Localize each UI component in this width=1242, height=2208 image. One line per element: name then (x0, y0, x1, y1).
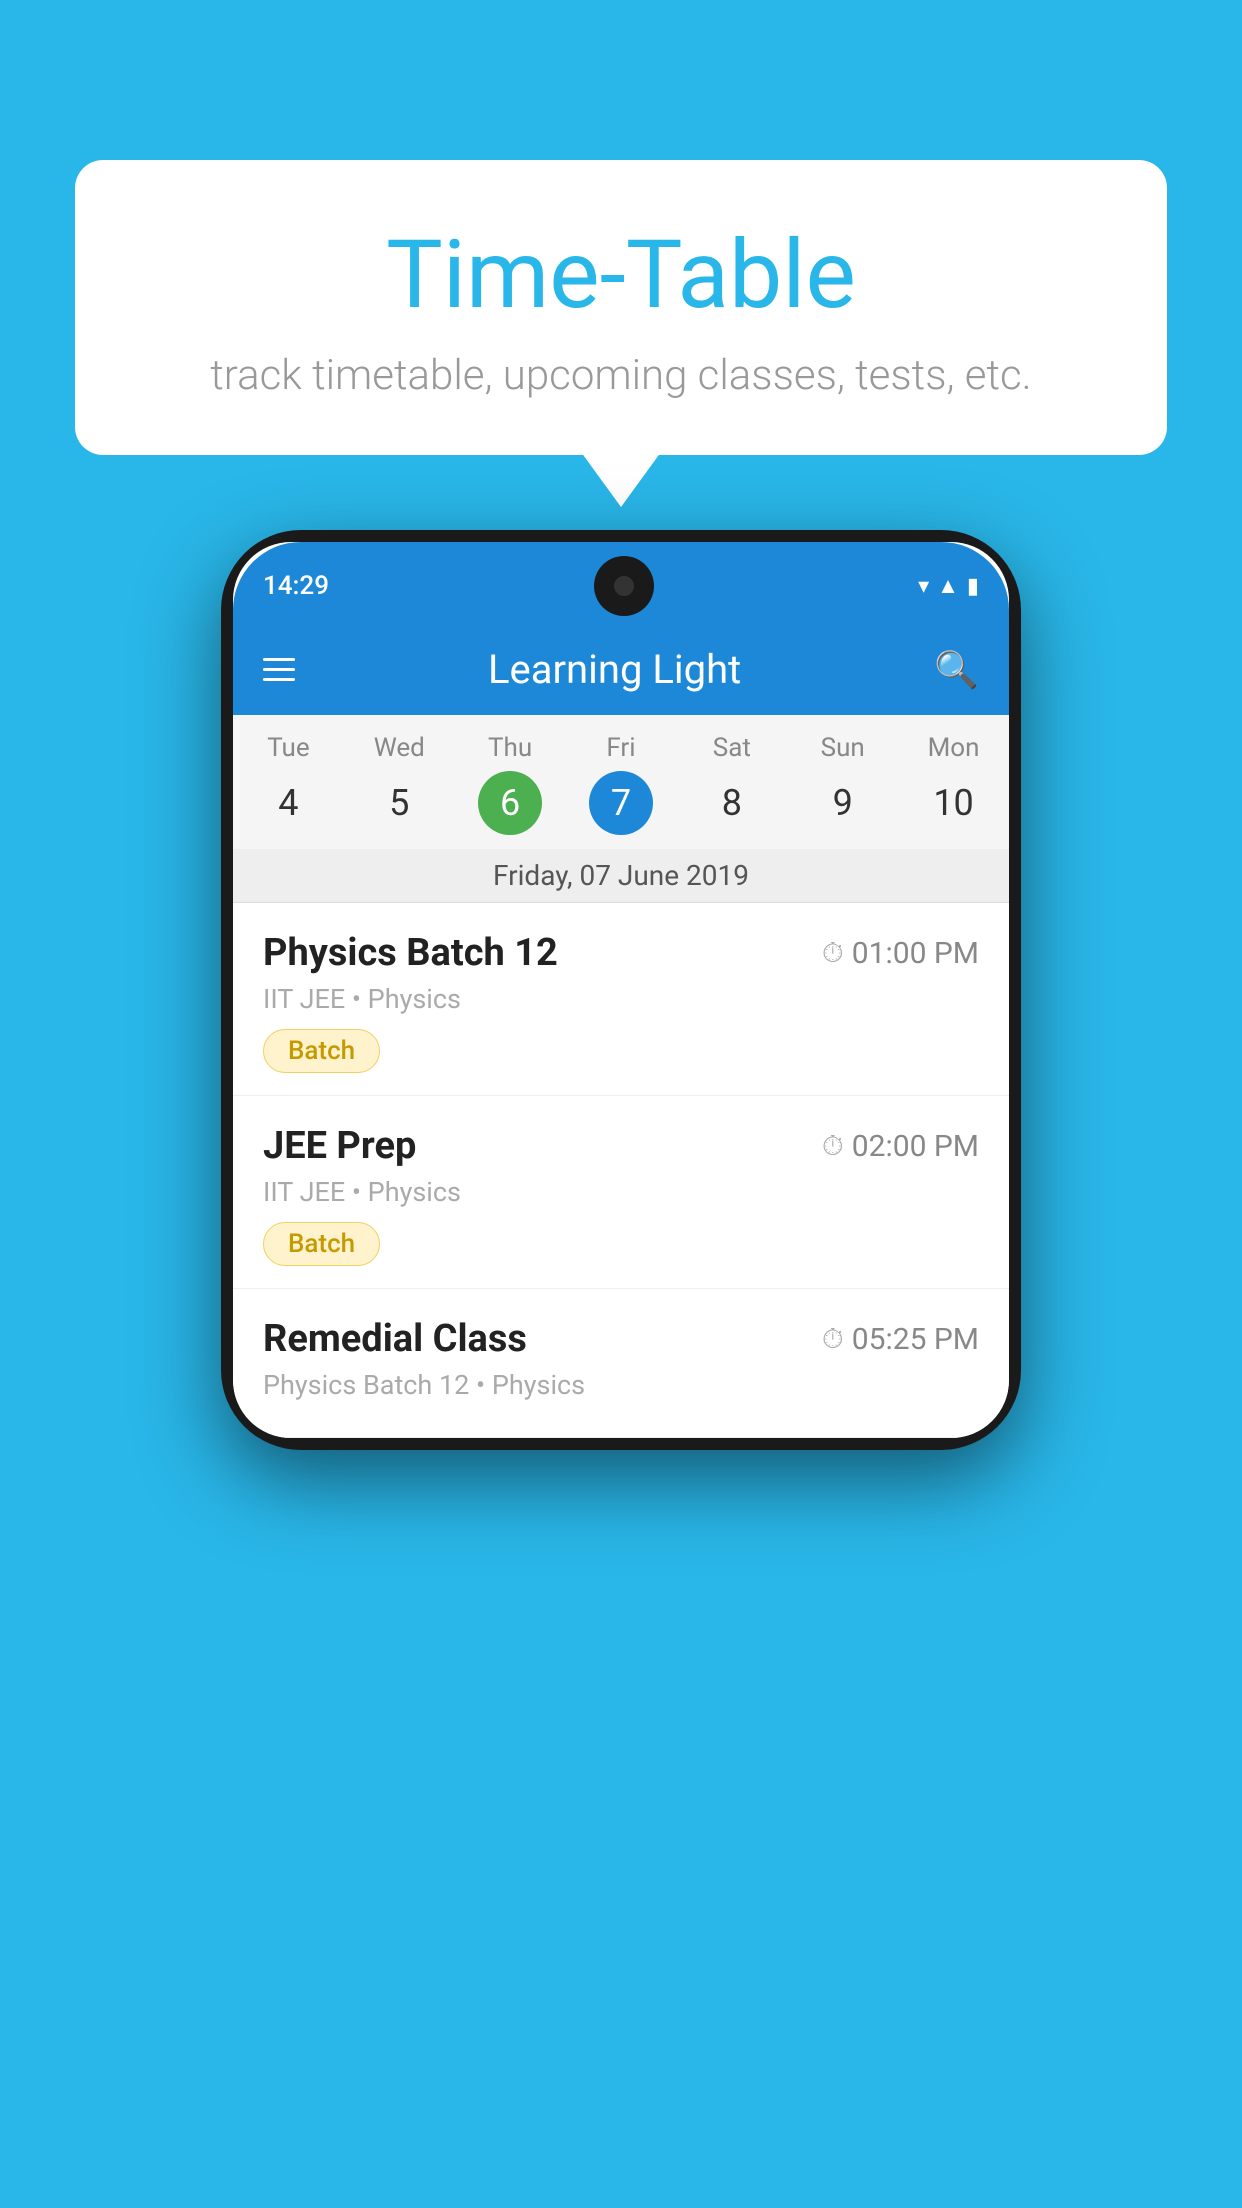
bubble-title: Time-Table (125, 220, 1117, 331)
day-sun: Sun (787, 733, 898, 763)
status-time: 14:29 (263, 571, 329, 601)
hamburger-line-2 (263, 668, 295, 671)
day-thu: Thu (455, 733, 566, 763)
day-fri: Fri (566, 733, 677, 763)
day-mon: Mon (898, 733, 1009, 763)
hamburger-line-1 (263, 658, 295, 661)
item-3-title: Remedial Class (263, 1317, 527, 1361)
day-numbers: 4 5 6 7 8 9 10 (233, 771, 1009, 835)
date-8[interactable]: 8 (676, 771, 787, 835)
schedule-item-3[interactable]: Remedial Class ⏱ 05:25 PM Physics Batch … (233, 1289, 1009, 1438)
date-10[interactable]: 10 (898, 771, 1009, 835)
item-3-meta: Physics Batch 12 • Physics (263, 1369, 979, 1401)
day-tue: Tue (233, 733, 344, 763)
item-2-header: JEE Prep ⏱ 02:00 PM (263, 1124, 979, 1168)
item-1-meta: IIT JEE • Physics (263, 983, 979, 1015)
app-title: Learning Light (488, 646, 741, 693)
camera (614, 576, 634, 596)
day-wed: Wed (344, 733, 455, 763)
item-2-badge: Batch (263, 1222, 380, 1266)
signal-icon: ▲ (937, 573, 959, 599)
date-9[interactable]: 9 (787, 771, 898, 835)
item-2-time: ⏱ 02:00 PM (822, 1129, 979, 1164)
item-2-meta: IIT JEE • Physics (263, 1176, 979, 1208)
item-1-badge: Batch (263, 1029, 380, 1073)
phone-screen: 14:29 ▾ ▲ ▮ Learning Light 🔍 (233, 542, 1009, 1438)
hamburger-line-3 (263, 678, 295, 681)
schedule-item-2[interactable]: JEE Prep ⏱ 02:00 PM IIT JEE • Physics Ba… (233, 1096, 1009, 1289)
day-sat: Sat (676, 733, 787, 763)
selected-date-label: Friday, 07 June 2019 (233, 849, 1009, 903)
hamburger-menu[interactable] (263, 658, 295, 681)
item-2-title: JEE Prep (263, 1124, 416, 1168)
wifi-icon: ▾ (918, 574, 929, 599)
item-1-title: Physics Batch 12 (263, 931, 558, 975)
status-icons: ▾ ▲ ▮ (918, 573, 979, 599)
bubble-subtitle: track timetable, upcoming classes, tests… (125, 351, 1117, 400)
item-1-header: Physics Batch 12 ⏱ 01:00 PM (263, 931, 979, 975)
phone-notch (594, 556, 654, 616)
speech-bubble: Time-Table track timetable, upcoming cla… (75, 160, 1167, 455)
clock-icon-2: ⏱ (822, 1129, 844, 1163)
item-3-time: ⏱ 05:25 PM (822, 1322, 979, 1357)
phone-device: 14:29 ▾ ▲ ▮ Learning Light 🔍 (221, 530, 1021, 1450)
calendar-week: Tue Wed Thu Fri Sat Sun Mon 4 5 6 7 8 9 … (233, 715, 1009, 903)
battery-icon: ▮ (967, 574, 979, 599)
date-6-today[interactable]: 6 (478, 771, 542, 835)
status-bar: 14:29 ▾ ▲ ▮ (233, 542, 1009, 624)
item-3-header: Remedial Class ⏱ 05:25 PM (263, 1317, 979, 1361)
phone-body: 14:29 ▾ ▲ ▮ Learning Light 🔍 (221, 530, 1021, 1450)
date-4[interactable]: 4 (233, 771, 344, 835)
schedule-item-1[interactable]: Physics Batch 12 ⏱ 01:00 PM IIT JEE • Ph… (233, 903, 1009, 1096)
date-5[interactable]: 5 (344, 771, 455, 835)
item-1-time: ⏱ 01:00 PM (822, 936, 979, 971)
app-header: Learning Light 🔍 (233, 624, 1009, 715)
search-icon[interactable]: 🔍 (934, 649, 979, 691)
clock-icon-3: ⏱ (822, 1322, 844, 1356)
clock-icon-1: ⏱ (822, 936, 844, 970)
date-7-selected[interactable]: 7 (589, 771, 653, 835)
day-headers: Tue Wed Thu Fri Sat Sun Mon (233, 733, 1009, 763)
schedule-list: Physics Batch 12 ⏱ 01:00 PM IIT JEE • Ph… (233, 903, 1009, 1438)
